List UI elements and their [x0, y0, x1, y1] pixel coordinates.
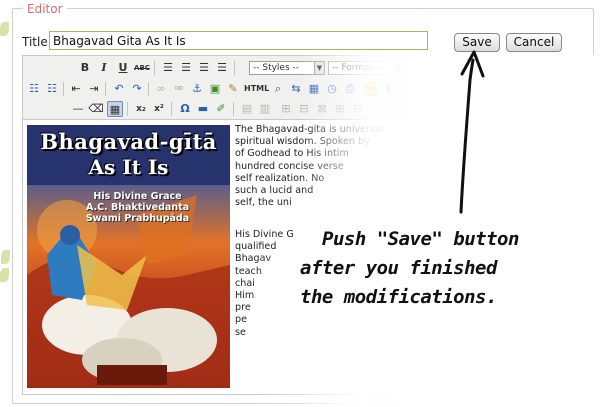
text-line: pe [235, 314, 247, 326]
toolbar-separator [127, 102, 128, 116]
title-input[interactable] [49, 31, 428, 50]
indent-icon[interactable]: ⇥ [86, 81, 102, 97]
redo-icon[interactable]: ↷ [129, 81, 145, 97]
cover-author-line: Swami Prabhupāda [85, 213, 190, 224]
col-before-icon[interactable]: ⊞ [332, 101, 348, 117]
text-line: self realization. No [235, 172, 325, 184]
annotation-note: Push "Save" button after you finished th… [298, 225, 588, 312]
cleanup-icon[interactable]: ✎ [225, 81, 241, 97]
toolbar-separator [63, 82, 64, 96]
format-dropdown[interactable]: -- Format -- ▼ [328, 61, 405, 75]
rtl-icon[interactable]: ¶ [400, 81, 416, 97]
cancel-button[interactable]: Cancel [506, 33, 562, 52]
link-icon[interactable]: ∞ [153, 81, 169, 97]
strikethrough-button[interactable]: ABC [134, 60, 150, 76]
fieldset-legend: Editor [23, 1, 67, 17]
book-cover-image: Bhagavad-gītā As It Is His Divine Grace … [27, 125, 230, 388]
chevron-down-icon: ▼ [502, 62, 512, 74]
cover-author-line: A.C. Bhaktivedanta [85, 202, 190, 213]
font-family-dropdown-label: -- Font family [412, 63, 472, 73]
leaf-decoration [0, 22, 9, 36]
align-center-icon[interactable]: ☰ [178, 60, 194, 76]
text-line: The Bhagavad-gita is universal [235, 124, 384, 135]
image-icon[interactable]: ▣ [207, 81, 223, 97]
toolbar-row-1: B I U ABC ☰ ☰ ☰ ☰ -- Styles -- ▼ -- Forma… [23, 58, 566, 78]
col-after-icon[interactable]: ⊟ [350, 101, 366, 117]
text-line: self, the uni [235, 197, 292, 209]
toolbar-separator [148, 82, 149, 96]
leaf-decoration [0, 268, 9, 282]
table-icon[interactable]: ▤ [239, 101, 255, 117]
media-icon[interactable]: ▮ [381, 81, 397, 97]
align-justify-icon[interactable]: ☰ [214, 60, 230, 76]
superscript-icon[interactable]: x² [151, 101, 167, 117]
left-decoration [0, 0, 10, 407]
cover-author-line: His Divine Grace [93, 191, 182, 202]
cover-author: His Divine Grace A.C. Bhaktivedanta Swam… [85, 191, 190, 224]
chevron-down-icon: ▼ [394, 62, 404, 74]
text-line: se [235, 326, 246, 338]
font-family-dropdown[interactable]: -- Font family ▼ [408, 61, 513, 75]
find-icon[interactable]: ⌕ [270, 81, 286, 97]
subscript-icon[interactable]: x₂ [133, 101, 149, 117]
outdent-icon[interactable]: ⇤ [68, 81, 84, 97]
text-line: such a lucid and [235, 185, 314, 197]
toolbar-separator [171, 102, 172, 116]
annotation-line: after you finished [300, 257, 497, 279]
preview-icon[interactable]: ⎙ [342, 81, 358, 97]
content-paragraph: The Bhagavad-gita is universal spiritual… [235, 124, 565, 209]
leaf-decoration [1, 250, 10, 264]
remove-format-icon[interactable]: ⌫ [88, 101, 104, 117]
horizontal-line-icon[interactable]: ▬ [195, 101, 211, 117]
align-left-icon[interactable]: ☰ [160, 60, 176, 76]
editor-toolbar: B I U ABC ☰ ☰ ☰ ☰ -- Styles -- ▼ -- Forma… [23, 56, 566, 120]
unlink-icon[interactable]: ⚮ [171, 81, 187, 97]
horizontal-rule-icon[interactable]: — [70, 101, 86, 117]
delete-row-icon[interactable]: ⊠ [314, 101, 330, 117]
underline-button[interactable]: U [115, 60, 131, 76]
text-line: hundred concise verse [235, 160, 344, 172]
italic-button[interactable]: I [96, 60, 112, 76]
insert-time-icon[interactable]: ◷ [324, 81, 340, 97]
emoticons-icon[interactable] [364, 82, 378, 96]
anchor-icon[interactable]: ⚓ [189, 81, 205, 97]
toolbar-separator [154, 61, 155, 75]
visual-aid-icon[interactable]: ▦ [107, 101, 123, 117]
special-char-icon[interactable]: Ω [177, 101, 193, 117]
align-right-icon[interactable]: ☰ [196, 60, 212, 76]
cover-subtitle: As It Is [88, 155, 169, 179]
cover-title: Bhagavad-gītā [40, 129, 217, 154]
undo-icon[interactable]: ↶ [111, 81, 127, 97]
title-label: Title: [22, 35, 52, 49]
replace-icon[interactable]: ⇆ [288, 81, 304, 97]
row-before-icon[interactable]: ⊞ [278, 101, 294, 117]
toolbar-separator [233, 102, 234, 116]
styles-dropdown-label: -- Styles -- [253, 63, 300, 73]
toolbar-separator [234, 61, 235, 75]
bullet-list-icon[interactable]: ☷ [26, 81, 42, 97]
insert-date-icon[interactable]: ▦ [306, 81, 322, 97]
edit-css-icon[interactable]: ✐ [213, 101, 229, 117]
numbered-list-icon[interactable]: ☷ [44, 81, 60, 97]
toolbar-row-2: ☷ ☷ ⇤ ⇥ ↶ ↷ ∞ ⚮ ⚓ ▣ ✎ HTML ⌕ ⇆ ▦ ◷ ⎙ ▮ ¶ [23, 79, 566, 99]
text-line: of Godhead to His intim [235, 148, 349, 160]
table-props-icon[interactable]: ▥ [257, 101, 273, 117]
html-source-button[interactable]: HTML [244, 81, 269, 97]
annotation-line: Push "Save" button [322, 228, 519, 250]
bold-button[interactable]: B [77, 60, 93, 76]
save-button[interactable]: Save [454, 33, 500, 52]
text-line: spiritual wisdom. Spoken by [235, 136, 370, 148]
chevron-down-icon: ▼ [314, 62, 324, 74]
row-after-icon[interactable]: ⊟ [296, 101, 312, 117]
format-dropdown-label: -- Format -- [332, 63, 383, 73]
toolbar-separator [105, 82, 106, 96]
styles-dropdown[interactable]: -- Styles -- ▼ [249, 61, 325, 75]
annotation-line: the modifications. [300, 286, 497, 308]
toolbar-row-3: — ⌫ ▦ x₂ x² Ω ▬ ✐ ▤ ▥ ⊞ ⊟ ⊠ ⊞ ⊟ [23, 99, 566, 119]
